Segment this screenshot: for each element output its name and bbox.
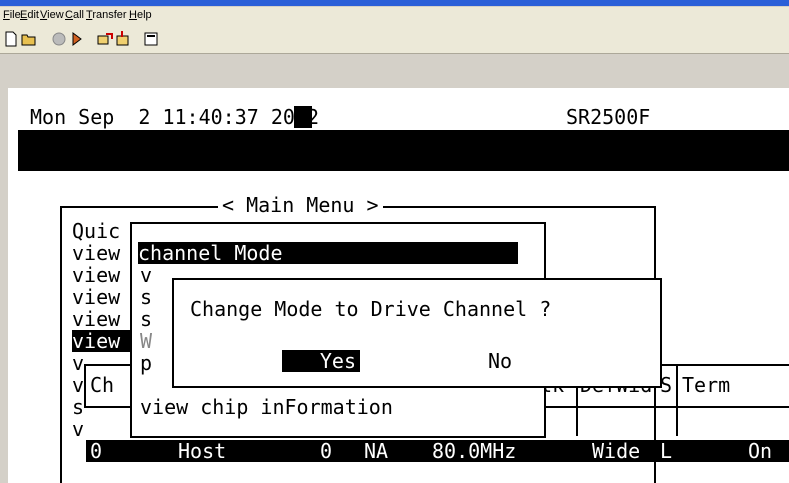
model-name: SR2500F — [566, 105, 651, 129]
table-left-border — [84, 364, 86, 406]
menu-call[interactable]: Call — [65, 9, 84, 21]
row-width: Wide — [592, 439, 641, 463]
main-item-9[interactable]: v — [72, 418, 84, 440]
main-item-2[interactable]: view — [72, 264, 120, 286]
main-item-5-selected[interactable]: view — [72, 330, 130, 352]
yes-button[interactable]: Yes — [282, 350, 360, 372]
confirm-question: Change Mode to Drive Channel ? — [190, 297, 552, 321]
header-bar-start — [294, 106, 312, 128]
no-button[interactable]: No — [488, 350, 512, 372]
row-s: L — [660, 439, 673, 463]
table-header-term: Term — [682, 373, 731, 397]
submenu-item-chip-info[interactable]: view chip inFormation — [140, 396, 393, 418]
submenu-item-1[interactable]: s — [140, 286, 152, 308]
toolbar — [0, 25, 789, 54]
row-clk: 80.0MHz — [432, 439, 517, 463]
row-term: On — [748, 439, 773, 463]
main-item-6[interactable]: v — [72, 352, 84, 374]
submenu-item-0[interactable]: v — [140, 264, 152, 286]
datetime: Mon Sep 2 11:40:37 2002 — [30, 105, 319, 129]
main-item-4[interactable]: view — [72, 308, 120, 330]
send-icon[interactable] — [96, 30, 114, 48]
row-id: 0 — [320, 439, 333, 463]
main-item-0[interactable]: Quic — [72, 220, 120, 242]
open-icon[interactable] — [20, 30, 38, 48]
menu-view[interactable]: View — [40, 9, 64, 21]
disconnect-icon[interactable] — [50, 30, 68, 48]
main-menu-title: < Main Menu > — [218, 194, 383, 216]
window-title-bar — [0, 0, 789, 6]
properties-icon[interactable] — [142, 30, 160, 48]
submenu-item-2[interactable]: s — [140, 308, 152, 330]
table-header-ch: Ch — [90, 373, 115, 397]
terminal-screen[interactable]: Mon Sep 2 11:40:37 2002 SR2500F < Main M… — [18, 98, 789, 483]
confirm-dialog — [172, 278, 662, 388]
menu-transfer[interactable]: Transfer — [86, 9, 127, 21]
menu-bar: File Edit View Call Transfer Help — [0, 7, 789, 25]
row-ch: 0 — [90, 439, 103, 463]
main-item-8[interactable]: s — [72, 396, 84, 418]
submenu-item-3[interactable]: W — [140, 330, 152, 352]
connect-icon[interactable] — [68, 30, 86, 48]
row-na: NA — [364, 439, 389, 463]
menu-edit[interactable]: Edit — [20, 9, 39, 21]
main-item-3[interactable]: view — [72, 286, 120, 308]
submenu-item-4[interactable]: p — [140, 352, 152, 374]
channel-mode-selected[interactable]: channel Mode — [138, 242, 518, 264]
menu-help[interactable]: Help — [129, 9, 152, 21]
main-item-7[interactable]: v — [72, 374, 84, 396]
main-item-1[interactable]: view — [72, 242, 120, 264]
new-icon[interactable] — [2, 30, 20, 48]
menu-file[interactable]: File — [3, 9, 21, 21]
status-bar — [18, 130, 789, 171]
table-col-divider — [676, 364, 678, 436]
receive-icon[interactable] — [114, 30, 132, 48]
row-mode: Host — [178, 439, 227, 463]
